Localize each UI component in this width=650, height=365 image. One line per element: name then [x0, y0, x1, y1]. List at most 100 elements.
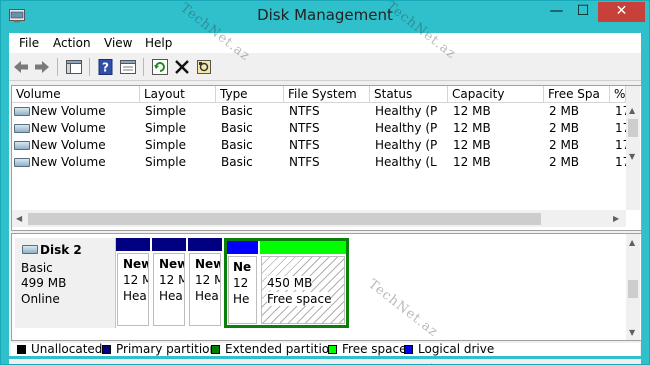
- partition-status: Hea: [195, 289, 219, 303]
- legend: Unallocated Primary partition Extended p…: [11, 343, 640, 356]
- back-icon[interactable]: [12, 58, 30, 76]
- disk-type: Basic: [21, 261, 53, 275]
- legend-swatch-unallocated: [17, 345, 26, 354]
- table-row[interactable]: New Volume Simple Basic NTFS Healthy (L …: [12, 154, 626, 171]
- cell-file-system: NTFS: [289, 155, 320, 169]
- column-header-capacity[interactable]: Capacity: [448, 86, 544, 103]
- refresh-icon[interactable]: [151, 58, 169, 76]
- legend-swatch-free-space: [328, 345, 337, 354]
- table-row[interactable]: New Volume Simple Basic NTFS Healthy (P …: [12, 103, 626, 120]
- cell-status: Healthy (P: [375, 104, 438, 118]
- cell-volume: New Volume: [31, 121, 106, 135]
- partition-primary-2[interactable]: New 12 M Hea: [152, 238, 186, 328]
- cell-volume: New Volume: [31, 138, 106, 152]
- close-button[interactable]: ✕: [598, 2, 645, 22]
- menu-help[interactable]: Help: [145, 36, 172, 50]
- table-row[interactable]: New Volume Simple Basic NTFS Healthy (P …: [12, 137, 626, 154]
- console-tree-icon[interactable]: [65, 58, 83, 76]
- toolbar-separator: [57, 58, 58, 76]
- title-bar[interactable]: Disk Management — ☐ ✕: [1, 1, 649, 33]
- cell-free-space: 2 MB: [549, 155, 580, 169]
- toolbar-separator: [143, 58, 144, 76]
- scroll-down-arrow-icon[interactable]: ▼: [629, 152, 635, 161]
- column-header-percent-free[interactable]: %: [610, 86, 626, 103]
- toolbar-separator: [89, 58, 90, 76]
- volume-icon: [14, 158, 30, 167]
- disk-management-window: Disk Management — ☐ ✕ File Action View H…: [0, 0, 650, 365]
- legend-swatch-extended-partition: [211, 345, 220, 354]
- cell-file-system: NTFS: [289, 138, 320, 152]
- properties-icon[interactable]: [119, 58, 137, 76]
- scroll-left-arrow-icon[interactable]: ◀: [16, 214, 22, 223]
- scroll-down-arrow-icon[interactable]: ▼: [629, 328, 635, 337]
- status-bar: [9, 359, 641, 364]
- column-header-status[interactable]: Status: [370, 86, 448, 103]
- horizontal-scrollbar[interactable]: ◀ ▶: [12, 210, 626, 227]
- column-header-free-space[interactable]: Free Spa: [544, 86, 610, 103]
- cell-type: Basic: [221, 121, 253, 135]
- vertical-scrollbar[interactable]: ▲ ▼: [626, 86, 640, 210]
- forward-icon[interactable]: [33, 58, 51, 76]
- legend-swatch-primary-partition: [102, 345, 111, 354]
- cell-file-system: NTFS: [289, 104, 320, 118]
- legend-label-extended-partition: Extended partition: [225, 342, 337, 356]
- client-area: File Action View Help ? Volume Layout Ty…: [9, 33, 642, 364]
- partition-status: Hea: [159, 289, 183, 303]
- cell-file-system: NTFS: [289, 121, 320, 135]
- partition-color-bar: [116, 238, 150, 251]
- cell-free-space: 2 MB: [549, 104, 580, 118]
- disk-name: Disk 2: [40, 243, 82, 257]
- minimize-button[interactable]: —: [543, 2, 570, 22]
- column-header-type[interactable]: Type: [216, 86, 284, 103]
- cell-percent-free: 17: [615, 104, 626, 118]
- delete-icon[interactable]: [173, 58, 191, 76]
- cell-percent-free: 17: [615, 155, 626, 169]
- disk-graphical-view: Disk 2 Basic 499 MB Online New 12 M Hea …: [11, 233, 642, 341]
- extended-partition[interactable]: Ne 12 He 450 MB Free space: [224, 238, 349, 328]
- table-row[interactable]: New Volume Simple Basic NTFS Healthy (P …: [12, 120, 626, 137]
- column-header-layout[interactable]: Layout: [140, 86, 216, 103]
- cell-status: Healthy (P: [375, 121, 438, 135]
- free-space-body: 450 MB Free space: [261, 256, 345, 324]
- column-header-file-system[interactable]: File System: [284, 86, 370, 103]
- disk-info-panel[interactable]: Disk 2 Basic 499 MB Online: [15, 238, 116, 328]
- menu-file[interactable]: File: [19, 36, 39, 50]
- scroll-right-arrow-icon[interactable]: ▶: [613, 214, 619, 223]
- partition-label: New: [123, 257, 148, 271]
- scroll-thumb[interactable]: [628, 280, 638, 298]
- partition-label: Ne: [233, 260, 252, 274]
- scroll-thumb[interactable]: [28, 213, 541, 225]
- logical-drive[interactable]: Ne 12 He: [227, 241, 258, 325]
- disk-state: Online: [21, 292, 60, 306]
- cell-layout: Simple: [145, 138, 186, 152]
- settings-icon[interactable]: [195, 58, 213, 76]
- maximize-button[interactable]: ☐: [570, 2, 596, 22]
- cell-capacity: 12 MB: [453, 104, 491, 118]
- legend-swatch-logical-drive: [404, 345, 413, 354]
- partition-body: New 12 M Hea: [189, 253, 221, 326]
- menu-bar: File Action View Help: [9, 33, 641, 53]
- column-header-volume[interactable]: Volume: [12, 86, 140, 103]
- scroll-up-arrow-icon[interactable]: ▲: [629, 238, 635, 247]
- partition-label: New: [195, 257, 220, 271]
- cell-type: Basic: [221, 155, 253, 169]
- scroll-thumb[interactable]: [628, 119, 638, 137]
- partition-body: New 12 M Hea: [153, 253, 185, 326]
- graph-vertical-scrollbar[interactable]: ▲ ▼: [626, 234, 640, 340]
- cell-layout: Simple: [145, 104, 186, 118]
- partition-primary-1[interactable]: New 12 M Hea: [116, 238, 150, 328]
- svg-text:?: ?: [102, 61, 109, 75]
- help-icon[interactable]: ?: [97, 58, 115, 76]
- partition-primary-3[interactable]: New 12 M Hea: [188, 238, 222, 328]
- menu-action[interactable]: Action: [53, 36, 91, 50]
- menu-view[interactable]: View: [104, 36, 132, 50]
- free-space-color-bar: [260, 241, 346, 254]
- volume-icon: [14, 124, 30, 133]
- free-space-region[interactable]: 450 MB Free space: [260, 241, 346, 325]
- scroll-up-arrow-icon[interactable]: ▲: [629, 106, 635, 115]
- cell-capacity: 12 MB: [453, 138, 491, 152]
- cell-capacity: 12 MB: [453, 121, 491, 135]
- cell-status: Healthy (L: [375, 155, 437, 169]
- disk-size: 499 MB: [21, 276, 67, 290]
- cell-layout: Simple: [145, 155, 186, 169]
